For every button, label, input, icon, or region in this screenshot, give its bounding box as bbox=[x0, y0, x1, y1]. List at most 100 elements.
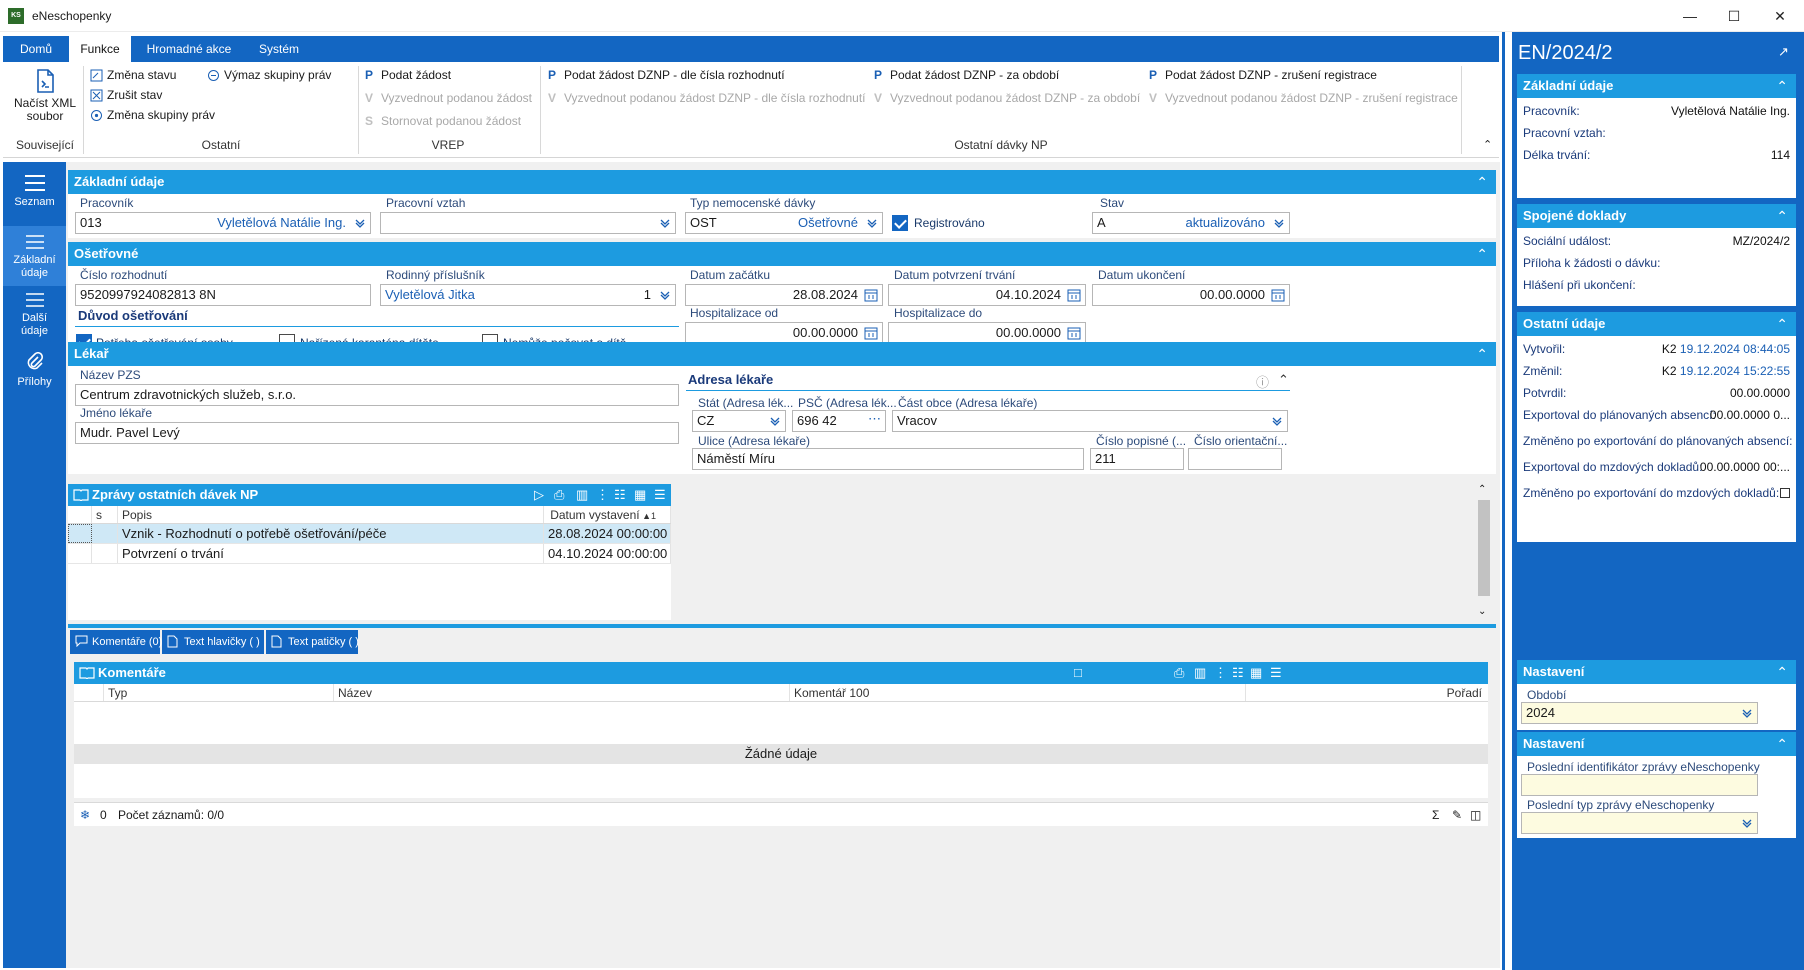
podat-zadost-button[interactable]: P Podat žádost bbox=[365, 68, 451, 82]
section-osetrovne[interactable]: Ošetřovné ⌃ bbox=[68, 242, 1496, 266]
chart-icon[interactable]: ▥ bbox=[576, 484, 588, 506]
collapse-icon[interactable]: ⌃ bbox=[1278, 372, 1289, 388]
print-icon[interactable]: ⎙ bbox=[554, 484, 564, 506]
psc-field[interactable]: 696 42 ⋯ bbox=[792, 410, 886, 432]
calendar-icon[interactable] bbox=[864, 326, 878, 340]
posledni-typ-field[interactable] bbox=[1521, 812, 1758, 834]
table-settings-icon[interactable]: ◫ bbox=[1470, 803, 1481, 827]
collapse-icon[interactable]: ⌃ bbox=[1476, 170, 1488, 194]
podat-dznp-obdobi-button[interactable]: P Podat žádost DZNP - za období bbox=[874, 68, 1059, 82]
sum-icon[interactable]: Σ bbox=[1432, 803, 1439, 827]
tab-text-hlavicky[interactable]: Text hlavičky ( ) bbox=[162, 630, 264, 654]
datum-ukonceni-field[interactable]: 00.00.0000 bbox=[1092, 284, 1290, 306]
collapse-icon[interactable]: ⌃ bbox=[1776, 204, 1788, 228]
filter-icon[interactable]: ❄ bbox=[80, 803, 90, 827]
hospitalizace-do-field[interactable]: 00.00.0000 bbox=[888, 322, 1086, 344]
columns-icon[interactable]: ☷ bbox=[1232, 662, 1244, 684]
ulice-field[interactable]: Náměstí Míru bbox=[692, 448, 1084, 470]
typ-davky-field[interactable]: OST Ošetřovné bbox=[685, 212, 883, 234]
calendar-icon[interactable] bbox=[1067, 326, 1081, 340]
hospitalizace-od-field[interactable]: 00.00.0000 bbox=[685, 322, 883, 344]
tree-icon[interactable]: ⋮ bbox=[1214, 662, 1227, 684]
podat-dznp-zruseni-button[interactable]: P Podat žádost DZNP - zrušení registrace bbox=[1149, 68, 1377, 82]
podat-dznp-cislo-button[interactable]: P Podat žádost DZNP - dle čísla rozhodnut… bbox=[548, 68, 785, 82]
nav-seznam[interactable]: Seznam bbox=[3, 170, 66, 230]
nazev-pzs-field[interactable]: Centrum zdravotnických služeb, s.r.o. bbox=[75, 384, 679, 406]
stav-field[interactable]: Aaktualizováno bbox=[1092, 212, 1290, 234]
vyzvednout-dznp-obdobi-button[interactable]: V Vyzvednout podanou žádost DZNP - za obd… bbox=[874, 91, 1140, 105]
maximize-button[interactable]: ☐ bbox=[1720, 6, 1748, 26]
play-icon[interactable]: ▷ bbox=[534, 484, 544, 506]
export-icon[interactable]: ▦ bbox=[1250, 662, 1262, 684]
rp-section-nastaveni-1[interactable]: Nastavení ⌃ bbox=[1517, 660, 1796, 684]
col-popis[interactable]: Popis bbox=[118, 506, 544, 523]
cislo-orientacni-field[interactable] bbox=[1188, 448, 1282, 470]
panel-splitter[interactable] bbox=[1500, 32, 1512, 970]
calendar-icon[interactable] bbox=[864, 288, 878, 302]
info-icon[interactable]: ⓘ bbox=[1256, 372, 1269, 391]
tab-hromadne-akce[interactable]: Hromadné akce bbox=[131, 36, 247, 62]
section-lekar[interactable]: Lékař ⌃ bbox=[68, 342, 1496, 366]
vyzvednout-dznp-zruseni-button[interactable]: V Vyzvednout podanou žádost DZNP - zrušen… bbox=[1149, 91, 1458, 105]
stat-field[interactable]: CZ bbox=[692, 410, 786, 432]
zmeneno-mzd-checkbox[interactable] bbox=[1780, 488, 1790, 498]
table-row[interactable]: Vznik - Rozhodnutí o potřebě ošetřování/… bbox=[68, 524, 671, 544]
vyzvednout-zadost-button[interactable]: V Vyzvednout podanou žádost bbox=[365, 91, 532, 105]
close-button[interactable]: ✕ bbox=[1766, 6, 1794, 26]
splitter[interactable] bbox=[68, 624, 1496, 628]
col-s[interactable]: s bbox=[92, 506, 118, 523]
registrovano-checkbox[interactable] bbox=[892, 215, 908, 231]
datum-zacatku-field[interactable]: 28.08.2024 bbox=[685, 284, 883, 306]
jmeno-lekare-field[interactable]: Mudr. Pavel Levý bbox=[75, 422, 679, 444]
export-icon[interactable]: ▦ bbox=[634, 484, 646, 506]
collapse-icon[interactable]: ⌃ bbox=[1776, 660, 1788, 684]
collapse-icon[interactable]: ⌃ bbox=[1776, 312, 1788, 336]
zmena-stavu-button[interactable]: Změna stavu bbox=[90, 68, 176, 82]
rp-section-nastaveni-2[interactable]: Nastavení ⌃ bbox=[1517, 732, 1796, 756]
vyzvednout-dznp-cislo-button[interactable]: V Vyzvednout podanou žádost DZNP - dle čí… bbox=[548, 91, 866, 105]
zmena-skupiny-prav-button[interactable]: Změna skupiny práv bbox=[90, 108, 215, 122]
obdobi-field[interactable]: 2024 bbox=[1521, 702, 1758, 724]
col-datum-vystaveni[interactable]: Datum vystavení ▲1 bbox=[544, 506, 671, 523]
cast-obce-field[interactable]: Vracov bbox=[892, 410, 1288, 432]
col-komentar[interactable]: Komentář 100 bbox=[790, 684, 1246, 701]
tab-system[interactable]: Systém bbox=[247, 36, 311, 62]
col-typ[interactable]: Typ bbox=[104, 684, 334, 701]
scroll-up-icon[interactable]: ⌃ bbox=[1478, 484, 1486, 495]
collapse-ribbon-icon[interactable]: ⌃ bbox=[1483, 138, 1492, 151]
stornovat-zadost-button[interactable]: S Stornovat podanou žádost bbox=[365, 114, 521, 128]
menu-icon[interactable]: ☰ bbox=[654, 484, 666, 506]
table-row[interactable]: Potvrzení o trvání 04.10.2024 00:00:00 bbox=[68, 544, 671, 564]
section-zakladni-udaje[interactable]: Základní údaje ⌃ bbox=[68, 170, 1496, 194]
nav-dalsi-udaje[interactable]: Další údaje bbox=[3, 286, 66, 342]
popout-icon[interactable]: ↗ bbox=[1778, 44, 1789, 60]
more-icon[interactable]: ⋯ bbox=[868, 411, 881, 429]
tab-text-paticky[interactable]: Text patičky ( ) bbox=[266, 630, 359, 654]
collapse-icon[interactable]: ⌃ bbox=[1476, 342, 1488, 366]
rp-section-spojene[interactable]: Spojené doklady ⌃ bbox=[1517, 204, 1796, 228]
collapse-icon[interactable]: ⌃ bbox=[1776, 74, 1788, 98]
nav-zakladni-udaje[interactable]: Základní údaje bbox=[3, 226, 66, 286]
posledni-id-field[interactable] bbox=[1521, 774, 1758, 796]
scroll-down-icon[interactable]: ⌄ bbox=[1478, 606, 1486, 617]
col-poradi[interactable]: Pořadí bbox=[1246, 684, 1488, 701]
load-xml-button[interactable]: Načíst XML soubor bbox=[11, 68, 79, 123]
col-nazev[interactable]: Název bbox=[334, 684, 790, 701]
rp-section-ostatni[interactable]: Ostatní údaje ⌃ bbox=[1517, 312, 1796, 336]
collapse-icon[interactable]: ⌃ bbox=[1476, 242, 1488, 266]
menu-icon[interactable]: ☰ bbox=[1270, 662, 1282, 684]
datum-potvrzeni-field[interactable]: 04.10.2024 bbox=[888, 284, 1086, 306]
cislo-rozhodnuti-field[interactable]: 9520997924082813 8N bbox=[75, 284, 371, 306]
tab-domu[interactable]: Domů bbox=[3, 36, 69, 62]
cislo-popisne-field[interactable]: 211 bbox=[1090, 448, 1184, 470]
columns-icon[interactable]: ☷ bbox=[614, 484, 626, 506]
chart-icon[interactable]: ▥ bbox=[1194, 662, 1206, 684]
tab-funkce[interactable]: Funkce bbox=[69, 36, 131, 62]
rodinny-prislusnik-field[interactable]: Vyletělová Jitka 1 bbox=[380, 284, 676, 306]
rp-section-zakladni[interactable]: Základní údaje ⌃ bbox=[1517, 74, 1796, 98]
vymaz-skupiny-prav-button[interactable]: Výmaz skupiny práv bbox=[207, 68, 331, 82]
calendar-icon[interactable] bbox=[1271, 288, 1285, 302]
pracovni-vztah-field[interactable] bbox=[380, 212, 676, 234]
tab-komentare[interactable]: Komentáře (0) bbox=[70, 630, 162, 654]
new-document-icon[interactable]: □ bbox=[1074, 662, 1082, 684]
